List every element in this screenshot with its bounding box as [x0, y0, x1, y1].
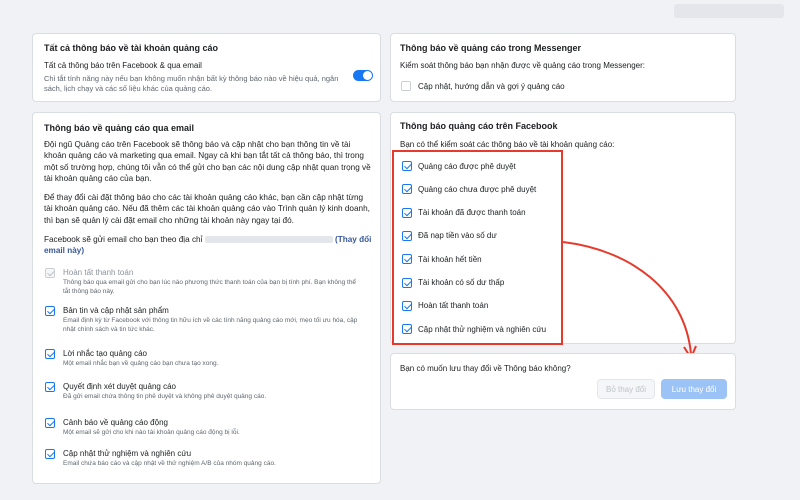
email-item-checkbox[interactable] [45, 418, 55, 428]
email-item-description: Thông báo qua email gửi cho bạn lúc nào … [63, 279, 357, 295]
messenger-description: Kiểm soát thông báo bạn nhận được về quả… [400, 61, 645, 70]
email-item-checkbox[interactable] [45, 382, 55, 392]
save-prompt-question: Bạn có muốn lưu thay đổi về Thông báo kh… [400, 364, 571, 373]
messenger-notifications-card: Thông báo về quảng cáo trong Messenger K… [390, 33, 736, 102]
email-item-label: Cảnh báo về quảng cáo động [63, 418, 168, 427]
email-item-checkbox [45, 268, 55, 278]
email-item-label: Cập nhật thử nghiệm và nghiên cứu [63, 449, 192, 458]
email-item-label: Bản tin và cập nhật sản phẩm [63, 306, 169, 315]
email-item-label: Hoàn tất thanh toán [63, 268, 134, 277]
email-intro-paragraph: Đội ngũ Quảng cáo trên Facebook sẽ thông… [44, 140, 371, 184]
email-address [204, 236, 333, 244]
email-notifications-card: Thông báo về quảng cáo qua email Đội ngũ… [32, 112, 381, 484]
save-changes-button[interactable]: Lưu thay đổi [661, 379, 727, 399]
save-prompt-card: Bạn có muốn lưu thay đổi về Thông báo kh… [390, 353, 736, 410]
top-bar [0, 0, 800, 24]
email-item-checkbox[interactable] [45, 349, 55, 359]
all-notifications-card: Tất cả thông báo về tài khoản quảng cáo … [32, 33, 381, 102]
all-notifications-title: Tất cả thông báo về tài khoản quảng cáo [44, 43, 219, 53]
facebook-description: Bạn có thể kiểm soát các thông báo về tà… [400, 140, 615, 149]
email-item-description: Một email sẽ gửi cho khi nào tài khoản q… [63, 429, 240, 436]
annotation-highlight-box [392, 150, 563, 345]
email-card-title: Thông báo về quảng cáo qua email [44, 123, 195, 133]
messenger-tips-label: Cập nhật, hướng dẫn và gợi ý quảng cáo [418, 82, 565, 91]
facebook-card-title: Thông báo quảng cáo trên Facebook [400, 121, 558, 131]
annotation-arrow [562, 241, 697, 361]
all-notifications-subtitle: Tất cả thông báo trên Facebook & qua ema… [44, 61, 202, 70]
email-item-description: Email định kỳ từ Facebook với thông tin … [63, 317, 358, 333]
email-other-accounts-paragraph: Để thay đổi cài đặt thông báo cho các tà… [44, 193, 370, 225]
messenger-tips-checkbox[interactable] [401, 81, 411, 91]
email-item-description: Đã gửi email chứa thông tin phê duyệt và… [63, 393, 267, 400]
email-item-label: Lời nhắc tạo quảng cáo [63, 349, 147, 358]
email-item-description: Một email nhắc bạn về quảng cáo bạn chưa… [63, 360, 219, 367]
email-item-checkbox[interactable] [45, 449, 55, 459]
account-selector[interactable] [674, 4, 784, 18]
email-item-label: Quyết định xét duyệt quảng cáo [63, 382, 176, 391]
email-item-description: Email chứa báo cáo và cập nhật về thử ng… [63, 460, 276, 467]
email-send-to-prefix: Facebook sẽ gửi email cho bạn theo địa c… [44, 235, 203, 244]
email-item-checkbox[interactable] [45, 306, 55, 316]
messenger-card-title: Thông báo về quảng cáo trong Messenger [400, 43, 582, 53]
all-notifications-description: Chỉ tắt tính năng này nếu bạn không muốn… [44, 74, 339, 94]
all-notifications-toggle[interactable] [353, 70, 373, 81]
discard-changes-button[interactable]: Bỏ thay đổi [597, 379, 655, 399]
email-send-to-line: Facebook sẽ gửi email cho bạn theo địa c… [44, 234, 374, 257]
